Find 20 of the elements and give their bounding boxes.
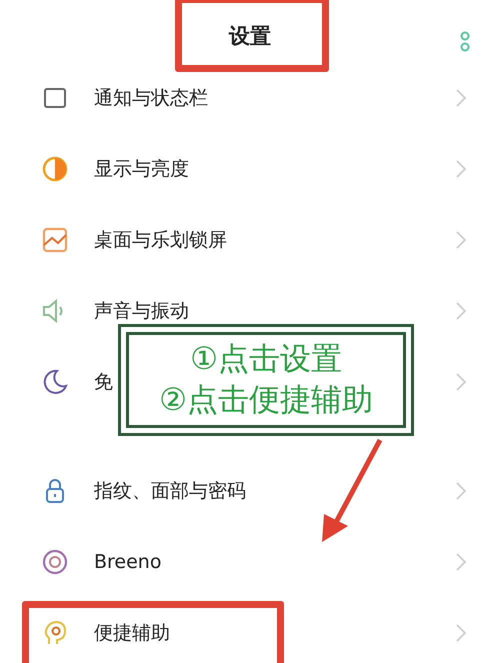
chevron-icon	[456, 482, 466, 500]
page-title: 设置	[229, 23, 271, 50]
annotation-text: ①点击设置	[190, 340, 342, 378]
chevron-icon	[456, 230, 466, 248]
chevron-icon	[456, 302, 466, 320]
item-label: 声音与振动	[94, 298, 190, 324]
item-label: 便捷辅助	[94, 620, 171, 646]
chevron-icon	[456, 552, 466, 570]
item-label: 显示与亮度	[94, 156, 190, 182]
item-label: Breeno	[94, 550, 162, 572]
chevron-icon	[456, 624, 466, 642]
more-icon[interactable]	[460, 30, 470, 54]
chevron-icon	[456, 372, 466, 390]
item-label: 指纹、面部与密码	[94, 478, 247, 504]
item-label: 通知与状态栏	[94, 86, 209, 110]
chevron-icon	[456, 88, 466, 106]
item-label: 桌面与乐划锁屏	[94, 228, 228, 252]
item-label: 免	[94, 370, 114, 394]
annotation-text: ②点击便捷辅助	[159, 382, 373, 420]
chevron-icon	[456, 160, 466, 178]
